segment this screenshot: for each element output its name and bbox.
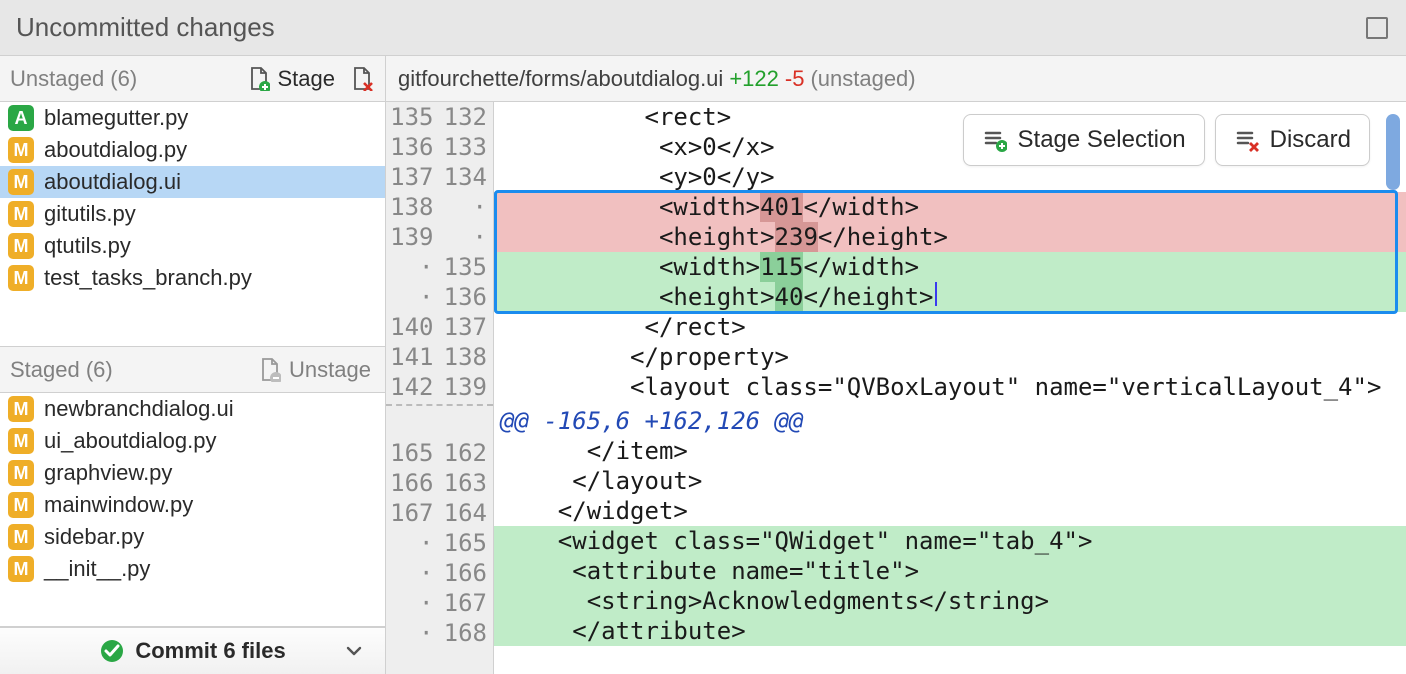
check-circle-icon: [99, 638, 125, 664]
diff-line[interactable]: <widget class="QWidget" name="tab_4">: [494, 526, 1406, 556]
file-name: aboutdialog.py: [44, 137, 187, 163]
sidebar: Unstaged (6) Stage Ablamegutter.pyMabout…: [0, 56, 386, 674]
file-stage-icon: [246, 66, 272, 92]
diff-line[interactable]: <attribute name="title">: [494, 556, 1406, 586]
unstaged-file-list: Ablamegutter.pyMaboutdialog.pyMaboutdial…: [0, 102, 385, 346]
list-discard-icon: [1234, 127, 1260, 153]
status-badge: M: [8, 265, 34, 291]
file-name: __init__.py: [44, 556, 150, 582]
status-badge: M: [8, 428, 34, 454]
discard-file-icon[interactable]: [349, 66, 375, 92]
file-row[interactable]: Maboutdialog.ui: [0, 166, 385, 198]
diff-line[interactable]: @@ -165,6 +162,126 @@: [494, 406, 1406, 436]
unstaged-title: Unstaged (6): [10, 66, 232, 92]
diff-state: (unstaged): [810, 66, 915, 92]
file-name: qtutils.py: [44, 233, 131, 259]
status-badge: M: [8, 556, 34, 582]
diff-line[interactable]: </rect>: [494, 312, 1406, 342]
diff-line[interactable]: <y>0</y>: [494, 162, 1406, 192]
file-row[interactable]: Ablamegutter.py: [0, 102, 385, 134]
status-badge: M: [8, 524, 34, 550]
file-row[interactable]: Mui_aboutdialog.py: [0, 425, 385, 457]
unstage-button-label: Unstage: [289, 357, 371, 383]
diff-code[interactable]: <rect> <x>0</x> <y>0</y> <width>401</wid…: [494, 102, 1406, 674]
stage-selection-label: Stage Selection: [1018, 126, 1186, 154]
discard-selection-label: Discard: [1270, 126, 1351, 154]
status-badge: M: [8, 137, 34, 163]
diff-line[interactable]: <height>40</height>: [494, 282, 1406, 312]
stage-selection-button[interactable]: Stage Selection: [963, 114, 1205, 166]
file-name: blamegutter.py: [44, 105, 188, 131]
file-row[interactable]: Mtest_tasks_branch.py: [0, 262, 385, 294]
file-row[interactable]: Msidebar.py: [0, 521, 385, 553]
commit-button[interactable]: Commit 6 files: [0, 626, 385, 674]
unstage-button[interactable]: Unstage: [253, 355, 375, 385]
file-name: test_tasks_branch.py: [44, 265, 252, 291]
status-badge: A: [8, 105, 34, 131]
file-row[interactable]: Mnewbranchdialog.ui: [0, 393, 385, 425]
file-unstage-icon: [257, 357, 283, 383]
unstaged-header: Unstaged (6) Stage: [0, 56, 385, 102]
commit-button-label: Commit 6 files: [135, 638, 285, 664]
header-title: Uncommitted changes: [16, 12, 275, 43]
staged-title: Staged (6): [10, 357, 243, 383]
file-name: gitutils.py: [44, 201, 136, 227]
file-name: aboutdialog.ui: [44, 169, 181, 195]
maximize-icon[interactable]: [1364, 15, 1390, 41]
file-name: mainwindow.py: [44, 492, 193, 518]
window-header: Uncommitted changes: [0, 0, 1406, 56]
discard-selection-button[interactable]: Discard: [1215, 114, 1370, 166]
diff-line[interactable]: <string>Acknowledgments</string>: [494, 586, 1406, 616]
stage-button-label: Stage: [278, 66, 336, 92]
file-name: graphview.py: [44, 460, 172, 486]
file-name: ui_aboutdialog.py: [44, 428, 216, 454]
diff-line[interactable]: </widget>: [494, 496, 1406, 526]
staged-header: Staged (6) Unstage: [0, 347, 385, 393]
status-badge: M: [8, 169, 34, 195]
list-stage-icon: [982, 127, 1008, 153]
file-row[interactable]: Mqtutils.py: [0, 230, 385, 262]
status-badge: M: [8, 460, 34, 486]
diff-line[interactable]: </property>: [494, 342, 1406, 372]
status-badge: M: [8, 492, 34, 518]
diff-line[interactable]: </layout>: [494, 466, 1406, 496]
file-row[interactable]: Mgitutils.py: [0, 198, 385, 230]
staged-file-list: Mnewbranchdialog.uiMui_aboutdialog.pyMgr…: [0, 393, 385, 626]
status-badge: M: [8, 396, 34, 422]
diff-line[interactable]: <width>401</width>: [494, 192, 1406, 222]
diff-deletions: -5: [785, 66, 805, 92]
status-badge: M: [8, 201, 34, 227]
diff-line[interactable]: <height>239</height>: [494, 222, 1406, 252]
status-badge: M: [8, 233, 34, 259]
diff-floating-actions: Stage Selection Discard: [963, 114, 1370, 166]
vertical-scrollbar[interactable]: [1386, 114, 1400, 190]
file-name: newbranchdialog.ui: [44, 396, 234, 422]
file-name: sidebar.py: [44, 524, 144, 550]
diff-area: gitfourchette/forms/aboutdialog.ui +122 …: [386, 56, 1406, 674]
diff-line[interactable]: </attribute>: [494, 616, 1406, 646]
diff-line[interactable]: <layout class="QVBoxLayout" name="vertic…: [494, 372, 1406, 402]
chevron-down-icon[interactable]: [341, 638, 367, 664]
diff-file-path: gitfourchette/forms/aboutdialog.ui: [398, 66, 723, 92]
file-row[interactable]: Mgraphview.py: [0, 457, 385, 489]
diff-line[interactable]: </item>: [494, 436, 1406, 466]
diff-additions: +122: [729, 66, 779, 92]
stage-button[interactable]: Stage: [242, 64, 340, 94]
file-row[interactable]: Maboutdialog.py: [0, 134, 385, 166]
diff-header: gitfourchette/forms/aboutdialog.ui +122 …: [386, 56, 1406, 102]
diff-line[interactable]: <width>115</width>: [494, 252, 1406, 282]
file-row[interactable]: Mmainwindow.py: [0, 489, 385, 521]
file-row[interactable]: M __init__.py: [0, 553, 385, 585]
line-number-gutter: 135132136133137134138·139··135·136140137…: [386, 102, 494, 674]
